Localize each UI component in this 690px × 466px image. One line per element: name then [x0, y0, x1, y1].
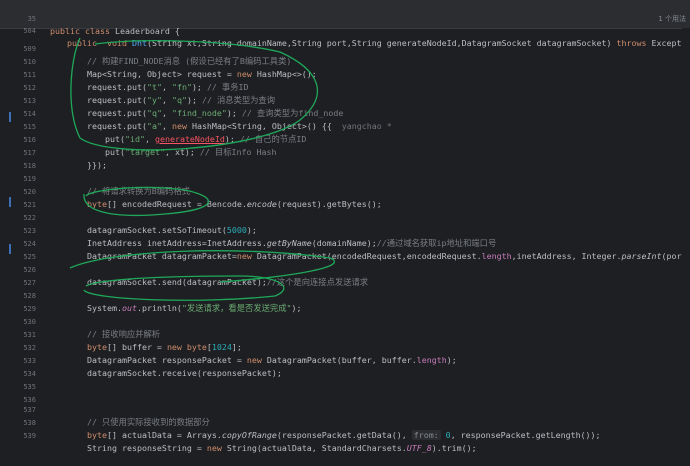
code-line[interactable]: 511 request.put("t", "fn"); // 事务ID	[0, 57, 690, 92]
vertical-scrollbar[interactable]	[682, 28, 690, 430]
code-line[interactable]: 539 String responseString = new String(a…	[0, 418, 690, 453]
code-line[interactable]: 520 byte[] encodedRequest = Bencode.enco…	[0, 174, 690, 209]
code-line[interactable]: 523 InetAddress inetAddress=InetAddress.…	[0, 213, 690, 248]
code-line[interactable]: 514 request.put("a", new HashMap<String,…	[0, 96, 690, 131]
code-line[interactable]: 516 put("target", xt); // 目标Info Hash	[0, 122, 690, 157]
code-line[interactable]: 512 request.put("y", "q"); // 消息类型为查询	[0, 70, 690, 105]
code-line[interactable]: 518	[0, 148, 690, 170]
code-line[interactable]: 510 Map<String, Object> request = new Ha…	[0, 44, 690, 79]
sticky-line-method[interactable]: 504 public void Dht(String xt,String dom…	[0, 13, 690, 48]
code-line[interactable]: 538 byte[] actualData = Arrays.copyOfRan…	[0, 405, 690, 440]
code-line[interactable]: 532 DatagramPacket responsePacket = new …	[0, 330, 690, 365]
code-line[interactable]: 530 // 接收响应并解析	[0, 304, 690, 339]
code-line[interactable]: 519 // 将请求转换为B编码格式	[0, 161, 690, 196]
code-editor[interactable]: 35 public class Leaderboard { 504 public…	[0, 0, 690, 453]
code-line[interactable]: 529	[0, 291, 690, 313]
sticky-line-class[interactable]: 35 public class Leaderboard {	[0, 1, 690, 36]
code-line[interactable]: 527	[0, 265, 690, 287]
code-line[interactable]: 531 byte[] buffer = new byte[1024];	[0, 317, 690, 352]
code-line[interactable]: 526 datagramSocket.send(datagramPacket);…	[0, 252, 690, 287]
code-line[interactable]: 513 request.put("q", "find_node"); // 查询…	[0, 83, 690, 118]
code-line[interactable]: 522 datagramSocket.setSoTimeout(5000);	[0, 200, 690, 235]
code-line[interactable]: 509 // 构建FIND_NODE消息 (假设已经有了B编码工具类)	[0, 31, 690, 66]
code-line[interactable]: 515 put("id", generateNodeId); // 自己的节点I…	[0, 109, 690, 144]
code-line[interactable]: 528 System.out.println("发送请求，看是否发送完成");	[0, 278, 690, 313]
code-line[interactable]: 525	[0, 239, 690, 261]
code-line[interactable]: 533 datagramSocket.receive(responsePacke…	[0, 343, 690, 378]
code-line[interactable]: 524 DatagramPacket datagramPacket=new Da…	[0, 226, 690, 261]
sticky-header: 35 public class Leaderboard { 504 public…	[0, 0, 690, 48]
code-line[interactable]: 535	[0, 369, 690, 391]
parameter-hint: from:	[411, 430, 441, 440]
code-line[interactable]: 517 }});	[0, 135, 690, 170]
code-line[interactable]: 534	[0, 356, 690, 378]
code-line[interactable]: 521	[0, 187, 690, 209]
usages-hint[interactable]: 1 个用法	[658, 14, 686, 24]
code-line[interactable]: 537 // 只使用实际接收到的数据部分	[0, 392, 690, 427]
